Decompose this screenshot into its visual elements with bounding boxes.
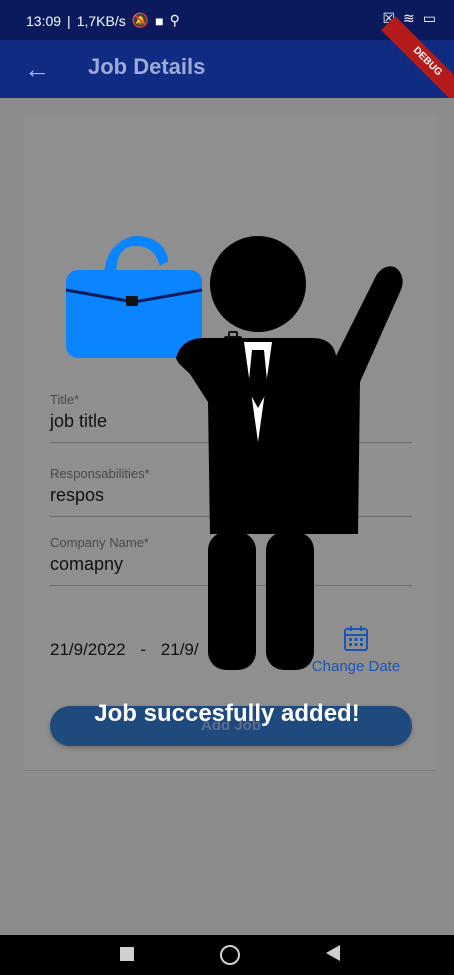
recent-apps-icon[interactable]	[120, 947, 134, 961]
add-job-button[interactable]: Add Job	[50, 706, 412, 746]
back-arrow-icon[interactable]: ←	[24, 54, 50, 85]
status-time: 13:09	[26, 12, 62, 29]
mute-icon: 🔕	[131, 12, 150, 28]
back-icon[interactable]	[326, 945, 340, 961]
wifi-icon: ≋	[403, 10, 415, 26]
businessman-icon	[176, 236, 403, 670]
date-separator: -	[140, 640, 147, 659]
system-nav-bar	[0, 935, 454, 975]
location-icon: ⚲	[169, 12, 180, 28]
battery-icon: ▭	[422, 10, 436, 26]
home-icon[interactable]	[220, 945, 240, 965]
page-title: Job Details	[88, 54, 206, 79]
start-date: 21/9/2022	[50, 640, 126, 659]
status-divider: |	[67, 12, 71, 29]
status-network-speed: 1,7KB/s	[76, 12, 126, 29]
video-icon: ■	[155, 12, 164, 29]
app-bar: ← Job Details DEBUG	[0, 16, 454, 108]
status-left: 13:09 | 1,7KB/s 🔕 ■ ⚲	[26, 12, 180, 29]
app-screen: 13:09 | 1,7KB/s 🔕 ■ ⚲ ☒ ≋ ▭ ← Job Detail…	[0, 0, 454, 975]
